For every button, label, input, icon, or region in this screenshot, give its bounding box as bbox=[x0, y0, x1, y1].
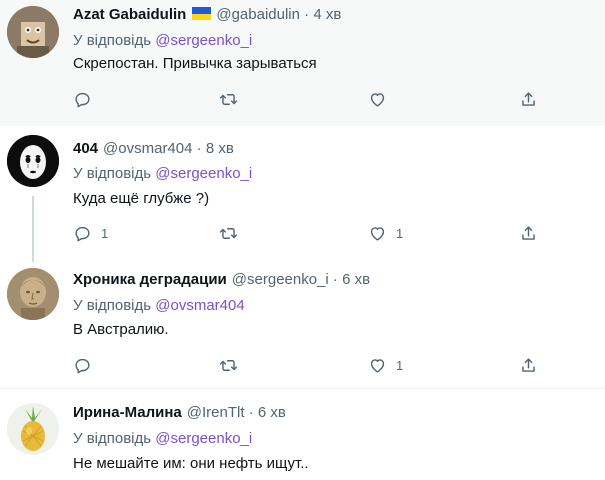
user-handle[interactable]: @IrenTlt bbox=[187, 404, 245, 421]
retweet-button[interactable] bbox=[219, 221, 238, 245]
reply-button[interactable]: 1 bbox=[73, 221, 108, 245]
tweet-header: Хроника деградации @sergeenko_i · 6 хв bbox=[73, 270, 370, 290]
display-name[interactable]: Ирина-Малина bbox=[73, 404, 182, 421]
reply-prefix: У відповідь bbox=[73, 32, 152, 49]
like-count: 1 bbox=[396, 357, 404, 373]
mention-link[interactable]: @sergeenko_i bbox=[155, 165, 252, 182]
tweet-header: 404 @ovsmar404 · 8 хв bbox=[73, 139, 234, 159]
like-count: 1 bbox=[396, 225, 404, 241]
share-button[interactable] bbox=[519, 221, 538, 245]
timestamp[interactable]: 8 хв bbox=[206, 140, 234, 157]
timestamp[interactable]: 6 хв bbox=[258, 404, 286, 421]
like-button[interactable]: 1 bbox=[368, 221, 403, 245]
reply-prefix: У відповідь bbox=[73, 297, 152, 314]
reply-context: У відповідь @sergeenko_i bbox=[73, 31, 252, 51]
retweet-button[interactable] bbox=[219, 87, 238, 111]
tweet-text: Не мешайте им: они нефть ищут.. bbox=[73, 455, 309, 472]
mention-link[interactable]: @ovsmar404 bbox=[155, 297, 244, 314]
retweet-icon bbox=[219, 93, 238, 105]
reply-count: 1 bbox=[101, 225, 109, 241]
tweet[interactable]: Ирина-Малина @IrenTlt · 6 хв У відповідь … bbox=[0, 389, 605, 480]
display-name[interactable]: 404 bbox=[73, 140, 98, 157]
reply-button[interactable] bbox=[73, 87, 101, 111]
tweet-text: Куда ещё глубже ?) bbox=[73, 190, 210, 207]
tweet-text: Скрепостан. Привычка зарываться bbox=[73, 55, 317, 72]
like-button[interactable]: 1 bbox=[368, 353, 403, 377]
timestamp[interactable]: 6 хв bbox=[342, 271, 370, 288]
reply-context: У відповідь @sergeenko_i bbox=[73, 164, 252, 184]
tweet[interactable]: Хроника деградации @sergeenko_i · 6 хв У … bbox=[0, 256, 605, 389]
user-handle[interactable]: @gabaidulin bbox=[216, 6, 300, 23]
reply-thread: Azat Gabaidulin @gabaidulin · 4 хв У відп… bbox=[0, 0, 605, 480]
share-icon bbox=[522, 357, 535, 372]
reply-button[interactable] bbox=[73, 353, 101, 377]
separator-dot: · bbox=[304, 6, 310, 23]
reply-icon bbox=[75, 358, 90, 373]
reply-icon bbox=[75, 92, 90, 107]
user-handle[interactable]: @sergeenko_i bbox=[232, 271, 329, 288]
separator-dot: · bbox=[248, 404, 254, 421]
reply-prefix: У відповідь bbox=[73, 165, 152, 182]
separator-dot: · bbox=[332, 271, 338, 288]
display-name[interactable]: Azat Gabaidulin bbox=[73, 6, 186, 23]
share-icon bbox=[522, 91, 535, 106]
timestamp[interactable]: 4 хв bbox=[313, 6, 341, 23]
tweet[interactable]: Azat Gabaidulin @gabaidulin · 4 хв У відп… bbox=[0, 0, 605, 125]
share-icon bbox=[522, 225, 535, 240]
ukraine-flag-icon bbox=[192, 7, 212, 20]
mention-link[interactable]: @sergeenko_i bbox=[155, 430, 252, 447]
reply-context: У відповідь @ovsmar404 bbox=[73, 296, 245, 316]
avatar[interactable] bbox=[7, 135, 59, 187]
reply-context: У відповідь @sergeenko_i bbox=[73, 429, 252, 449]
display-name[interactable]: Хроника деградации bbox=[73, 271, 227, 288]
like-button[interactable] bbox=[368, 87, 396, 111]
like-icon bbox=[370, 358, 385, 373]
retweet-icon bbox=[219, 359, 238, 371]
reply-icon bbox=[75, 226, 90, 241]
share-button[interactable] bbox=[519, 353, 538, 377]
like-icon bbox=[370, 226, 385, 241]
avatar[interactable] bbox=[7, 268, 59, 320]
tweet[interactable]: 404 @ovsmar404 · 8 хв У відповідь @sergee… bbox=[0, 125, 605, 262]
action-bar bbox=[0, 87, 605, 111]
tweet-header: Ирина-Малина @IrenTlt · 6 хв bbox=[73, 403, 286, 423]
tweet-header: Azat Gabaidulin @gabaidulin · 4 хв bbox=[73, 5, 341, 25]
share-button[interactable] bbox=[519, 87, 538, 111]
retweet-icon bbox=[219, 227, 238, 239]
like-icon bbox=[370, 92, 385, 107]
action-bar: 1 1 bbox=[0, 221, 605, 245]
tweet-text: В Австралию. bbox=[73, 321, 169, 338]
avatar[interactable] bbox=[7, 403, 59, 455]
reply-prefix: У відповідь bbox=[73, 430, 152, 447]
retweet-button[interactable] bbox=[219, 353, 238, 377]
avatar[interactable] bbox=[7, 6, 59, 58]
user-handle[interactable]: @ovsmar404 bbox=[103, 140, 192, 157]
action-bar: 1 bbox=[0, 353, 605, 377]
separator-dot: · bbox=[196, 140, 202, 157]
mention-link[interactable]: @sergeenko_i bbox=[155, 32, 252, 49]
